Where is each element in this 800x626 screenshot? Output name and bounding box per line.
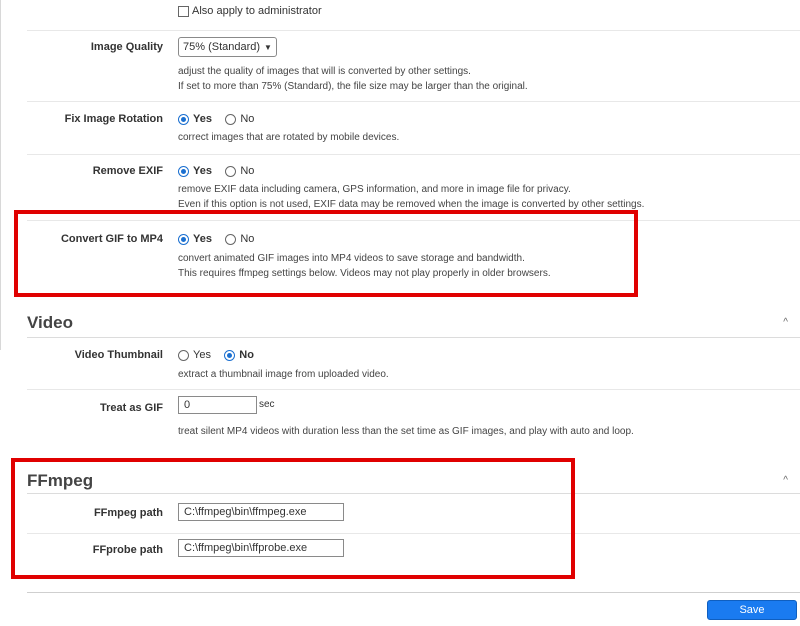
video-thumbnail-yes-radio[interactable]: Yes [178, 349, 211, 361]
video-section-header: Video ^ [27, 313, 800, 338]
convert-gif-desc-1: convert animated GIF images into MP4 vid… [178, 253, 525, 264]
radio-icon [178, 349, 189, 361]
image-quality-row: Image Quality 75% (Standard) ▼ adjust th… [27, 31, 800, 102]
ffmpeg-path-input[interactable]: C:\ffmpeg\bin\ffmpeg.exe [178, 503, 344, 521]
checkbox-icon[interactable] [178, 5, 189, 17]
image-quality-label: Image Quality [90, 41, 163, 53]
video-thumbnail-row: Video Thumbnail Yes No extract a thumbna… [27, 338, 800, 390]
ffmpeg-section-header: FFmpeg ^ [27, 471, 800, 495]
remove-exif-row: Remove EXIF Yes No remove EXIF data incl… [27, 155, 800, 221]
remove-exif-no-radio[interactable]: No [225, 165, 254, 177]
collapse-chevron-icon[interactable]: ^ [783, 475, 788, 486]
radio-checked-icon [178, 113, 189, 125]
video-thumbnail-label: Video Thumbnail [74, 349, 163, 361]
radio-checked-icon [178, 233, 189, 245]
fix-rotation-yes-radio[interactable]: Yes [178, 113, 212, 125]
convert-gif-radios: Yes No [178, 233, 264, 248]
fix-rotation-radios: Yes No [178, 113, 264, 128]
image-quality-desc-1: adjust the quality of images that will i… [178, 66, 471, 77]
convert-gif-label: Convert GIF to MP4 [60, 233, 163, 245]
radio-icon [225, 165, 237, 177]
radio-icon [225, 113, 237, 125]
footer-divider [27, 592, 800, 593]
treat-as-gif-row: Treat as GIF 0 sec treat silent MP4 vide… [27, 390, 800, 450]
treat-as-gif-input[interactable]: 0 [178, 396, 257, 414]
radio-label: Yes [193, 349, 211, 361]
radio-label: No [240, 165, 255, 177]
radio-label: Yes [193, 165, 212, 177]
convert-gif-desc-2: This requires ffmpeg settings below. Vid… [178, 268, 551, 279]
convert-gif-no-radio[interactable]: No [225, 233, 254, 245]
fix-rotation-desc: correct images that are rotated by mobil… [178, 132, 400, 143]
ffmpeg-section-title: FFmpeg [27, 471, 94, 490]
admin-apply-label: Also apply to administrator [192, 5, 322, 17]
convert-gif-yes-radio[interactable]: Yes [178, 233, 212, 245]
radio-checked-icon [178, 165, 189, 177]
fix-rotation-no-radio[interactable]: No [225, 113, 254, 125]
left-border [0, 0, 1, 350]
ffmpeg-path-row: FFmpeg path C:\ffmpeg\bin\ffmpeg.exe [27, 494, 800, 534]
video-thumbnail-radios: Yes No [178, 349, 264, 364]
treat-as-gif-unit: sec [259, 399, 275, 410]
image-quality-value: 75% (Standard) [183, 41, 261, 53]
remove-exif-yes-radio[interactable]: Yes [178, 165, 212, 177]
radio-label: No [240, 113, 255, 125]
remove-exif-label: Remove EXIF [92, 165, 163, 177]
remove-exif-radios: Yes No [178, 165, 264, 180]
admin-apply-checkbox[interactable]: Also apply to administrator [178, 5, 322, 17]
treat-as-gif-desc: treat silent MP4 videos with duration le… [178, 426, 634, 437]
ffprobe-path-label: FFprobe path [92, 544, 163, 556]
collapse-chevron-icon[interactable]: ^ [783, 317, 788, 328]
image-quality-select[interactable]: 75% (Standard) ▼ [178, 37, 277, 57]
admin-apply-row: Also apply to administrator [27, 0, 800, 31]
radio-label: No [240, 233, 255, 245]
convert-gif-row: Convert GIF to MP4 Yes No convert animat… [27, 221, 800, 291]
radio-icon [225, 233, 237, 245]
treat-as-gif-label: Treat as GIF [100, 402, 163, 414]
video-thumbnail-no-radio[interactable]: No [224, 349, 254, 361]
chevron-down-icon: ▼ [264, 42, 272, 52]
radio-label: Yes [193, 113, 212, 125]
fix-rotation-row: Fix Image Rotation Yes No correct images… [27, 102, 800, 155]
fix-rotation-label: Fix Image Rotation [64, 113, 163, 125]
ffprobe-path-input[interactable]: C:\ffmpeg\bin\ffprobe.exe [178, 539, 344, 557]
image-quality-desc-2: If set to more than 75% (Standard), the … [178, 81, 528, 92]
radio-checked-icon [224, 349, 236, 361]
ffprobe-path-row: FFprobe path C:\ffmpeg\bin\ffprobe.exe [27, 534, 800, 570]
video-thumbnail-desc: extract a thumbnail image from uploaded … [178, 369, 389, 380]
video-section-title: Video [27, 313, 73, 332]
save-button[interactable]: Save [707, 600, 797, 620]
ffmpeg-path-label: FFmpeg path [93, 507, 163, 519]
remove-exif-desc-1: remove EXIF data including camera, GPS i… [178, 184, 571, 195]
remove-exif-desc-2: Even if this option is not used, EXIF da… [178, 199, 645, 210]
radio-label: No [239, 349, 254, 361]
radio-label: Yes [193, 233, 212, 245]
